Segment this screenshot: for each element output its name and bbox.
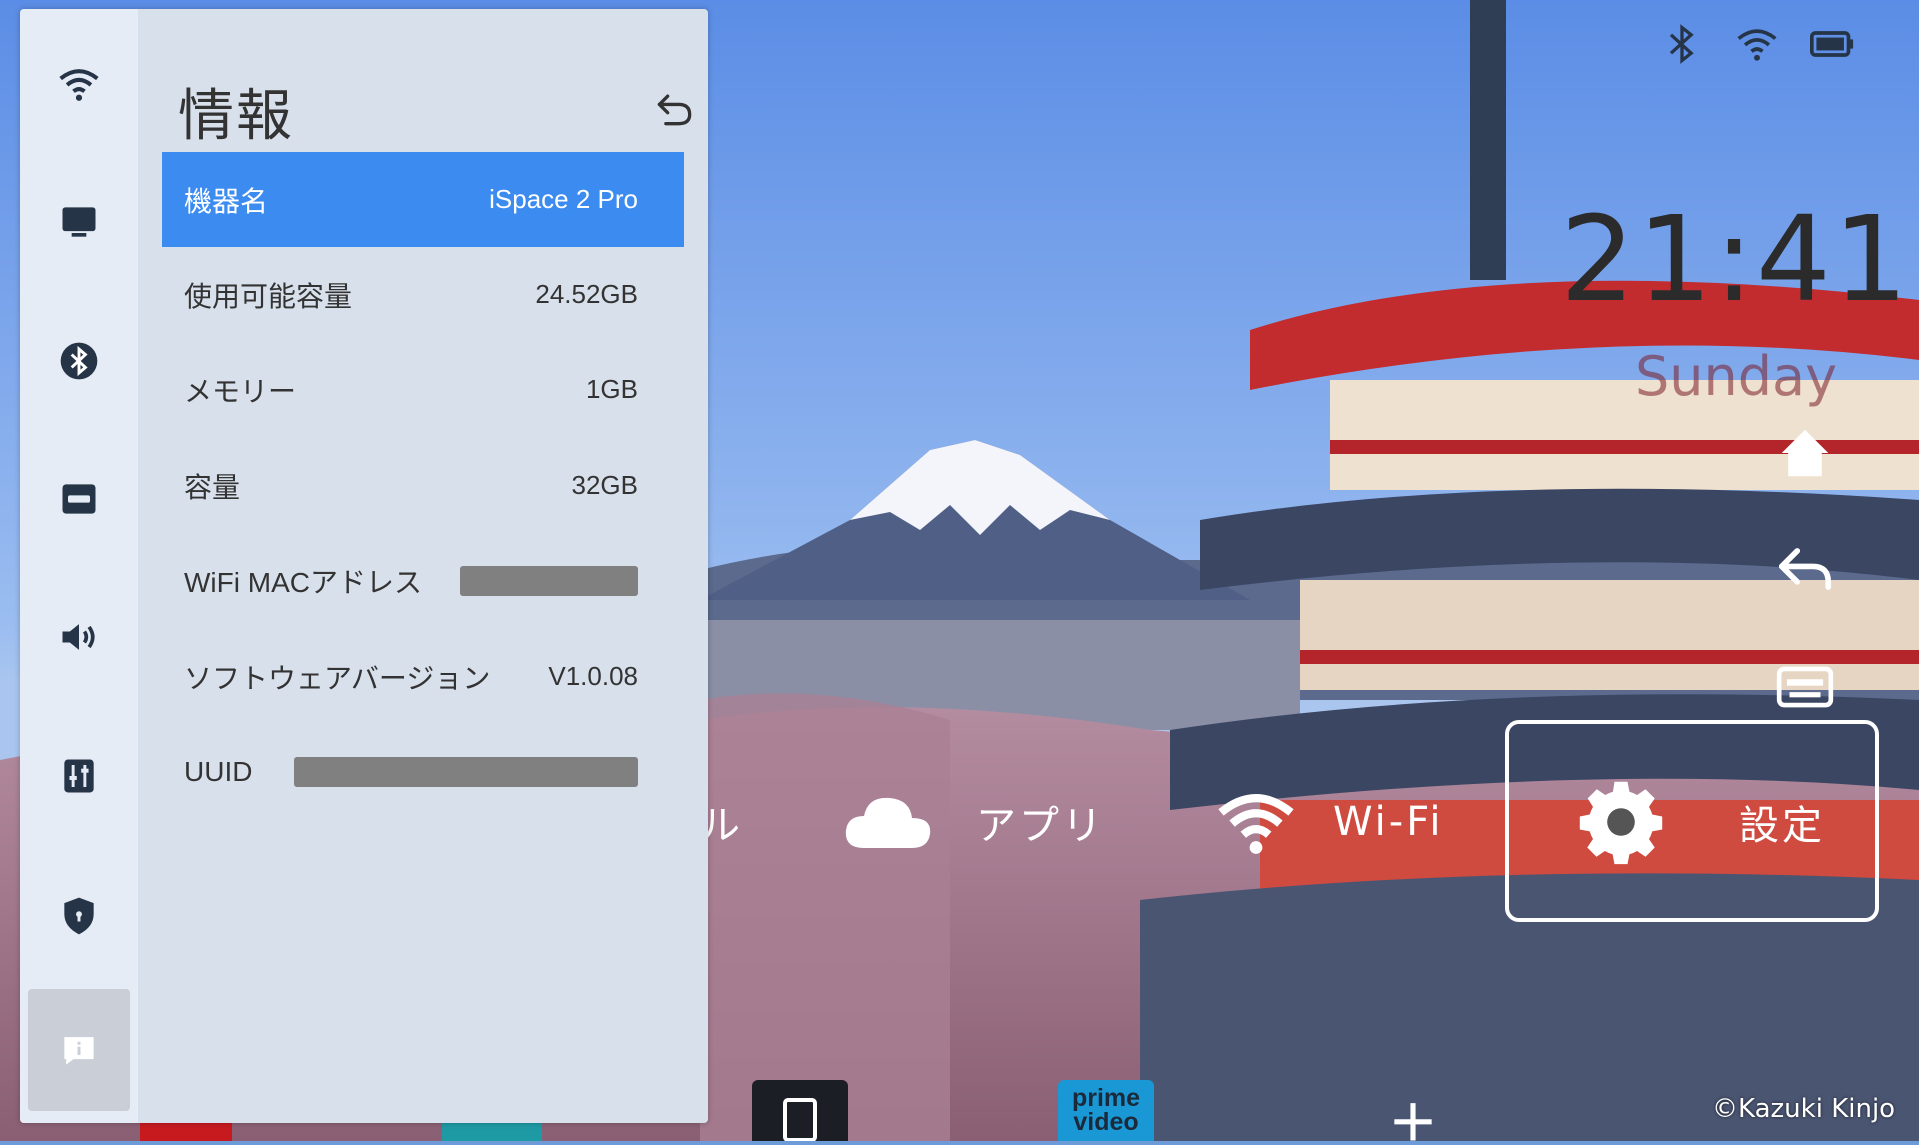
- rail-item-equalizer[interactable]: [20, 721, 138, 831]
- redacted-value: [294, 756, 638, 787]
- battery-status-icon: [1810, 31, 1854, 57]
- info-row-uuid[interactable]: UUID: [162, 724, 684, 819]
- row-label: メモリー: [184, 375, 297, 407]
- page-title: 情報: [178, 84, 294, 149]
- row-value: 32GB: [571, 470, 639, 500]
- back-icon[interactable]: [1774, 538, 1836, 600]
- row-label: WiFi MACアドレス: [184, 566, 422, 598]
- row-label: UUID: [184, 755, 253, 787]
- clock-time: 21:41: [1560, 190, 1911, 328]
- hdmi-icon: [62, 484, 96, 514]
- wifi-status-icon: [1737, 29, 1777, 61]
- shield-icon: [64, 897, 94, 935]
- rail-item-wifi[interactable]: [20, 29, 138, 139]
- volume-icon: [62, 624, 95, 650]
- add-icon[interactable]: [1385, 1098, 1441, 1141]
- row-value: iSpace 2 Pro: [489, 184, 638, 214]
- info-row-memory[interactable]: メモリー 1GB: [162, 342, 684, 437]
- tile-apps-label: アプリ: [976, 803, 1105, 849]
- rail-item-hdmi[interactable]: [20, 444, 138, 554]
- info-row-software-version[interactable]: ソフトウェアバージョン V1.0.08: [162, 629, 684, 724]
- rail-item-volume[interactable]: [20, 582, 138, 692]
- tile-settings-label: 設定: [1739, 803, 1825, 849]
- info-row-available-storage[interactable]: 使用可能容量 24.52GB: [162, 247, 684, 342]
- row-label: 機器名: [184, 185, 269, 217]
- wifi-tile-icon: [1218, 794, 1294, 854]
- rail-item-info[interactable]: [28, 989, 130, 1111]
- info-row-device-name[interactable]: 機器名 iSpace 2 Pro: [162, 152, 684, 247]
- rail-item-bluetooth[interactable]: [20, 306, 138, 416]
- tile-settings[interactable]: 設定: [1575, 722, 1825, 922]
- wifi-icon: [59, 69, 99, 101]
- row-value: 24.52GB: [535, 279, 638, 309]
- cloud-icon: [845, 797, 931, 848]
- info-icon: [64, 1037, 94, 1065]
- keyboard-icon[interactable]: [1774, 656, 1836, 718]
- info-row-wifi-mac[interactable]: WiFi MACアドレス: [162, 533, 684, 628]
- home-icon[interactable]: [1774, 422, 1836, 484]
- bluetooth-status-icon: [1669, 24, 1694, 64]
- info-row-capacity[interactable]: 容量 32GB: [162, 438, 684, 533]
- row-value: V1.0.08: [548, 661, 638, 691]
- dock-app-prime-video[interactable]: prime video: [1058, 1080, 1154, 1141]
- tile-wifi[interactable]: Wi-Fi: [1215, 722, 1443, 922]
- gear-icon: [1579, 781, 1663, 865]
- row-label: 使用可能容量: [184, 280, 353, 312]
- tile-wifi-label: Wi-Fi: [1333, 799, 1444, 845]
- row-value: 1GB: [585, 374, 638, 404]
- row-label: ソフトウェアバージョン: [184, 662, 491, 694]
- dock-app-3[interactable]: [752, 1080, 848, 1142]
- rail-item-security[interactable]: [20, 861, 138, 971]
- rail-item-display[interactable]: [20, 167, 138, 277]
- panel-back-icon[interactable]: [653, 87, 697, 131]
- settings-content: 情報 機器名 iSpace 2 Pro 使用可能容量 24.52GB メモリー …: [138, 9, 708, 1123]
- settings-rail: [20, 9, 138, 1123]
- settings-panel: 情報 機器名 iSpace 2 Pro 使用可能容量 24.52GB メモリー …: [20, 9, 708, 1123]
- clock-day: Sunday: [1635, 345, 1838, 408]
- tile-apps[interactable]: アプリ: [840, 722, 1105, 922]
- redacted-value: [460, 565, 638, 596]
- row-label: 容量: [184, 471, 241, 503]
- photo-credit: ©Kazuki Kinjo: [1712, 1094, 1896, 1124]
- bluetooth-icon: [60, 342, 98, 380]
- file-icon: [783, 1098, 817, 1142]
- display-icon: [62, 207, 96, 237]
- equalizer-icon: [64, 759, 94, 793]
